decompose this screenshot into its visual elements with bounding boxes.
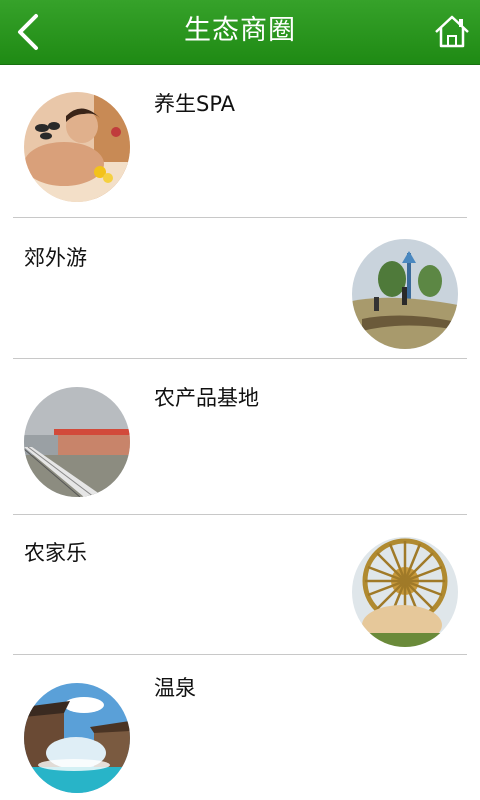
list-item-farmhouse[interactable]: 农家乐 <box>0 515 480 655</box>
item-label: 温泉 <box>154 676 196 700</box>
home-icon <box>435 15 469 48</box>
item-label: 郊外游 <box>24 246 87 270</box>
outing-thumbnail <box>352 239 458 349</box>
farmhouse-thumbnail <box>352 537 458 647</box>
spa-thumbnail <box>24 92 130 202</box>
list-item-hot-spring[interactable]: 温泉 <box>0 655 480 800</box>
list-item-spa[interactable]: 养生SPA <box>0 64 480 218</box>
list-item-outing[interactable]: 郊外游 <box>0 218 480 359</box>
item-label: 农产品基地 <box>154 386 259 410</box>
page-title: 生态商圈 <box>184 15 296 46</box>
item-label: 养生SPA <box>154 92 236 116</box>
app-header: 生态商圈 <box>0 0 480 64</box>
farm-base-thumbnail <box>24 387 130 497</box>
item-label: 农家乐 <box>24 541 87 565</box>
list-item-farm-base[interactable]: 农产品基地 <box>0 359 480 515</box>
home-button[interactable] <box>432 12 472 52</box>
category-list: 养生SPA 郊外游 农产品基地 农家乐 温泉 <box>0 64 480 800</box>
hot-spring-thumbnail <box>24 683 130 793</box>
